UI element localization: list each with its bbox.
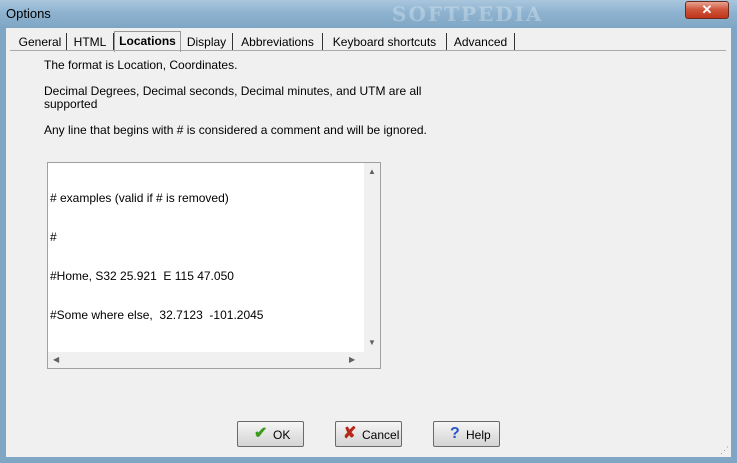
supported-formats-line2: supported	[44, 97, 98, 111]
scroll-down-icon[interactable]: ▼	[368, 338, 376, 347]
tab-abbreviations[interactable]: Abbreviations	[233, 33, 323, 51]
vertical-scrollbar[interactable]: ▲ ▼	[364, 163, 380, 352]
help-button[interactable]: ? Help	[433, 421, 500, 447]
scroll-right-icon[interactable]: ▶	[349, 355, 355, 364]
size-grip[interactable]: ⋰	[720, 445, 729, 456]
options-window: Options SOFTPEDIA ✕ General HTML Locatio…	[0, 0, 737, 463]
help-button-label: Help	[466, 428, 491, 442]
ok-button-label: OK	[273, 428, 291, 442]
scroll-left-icon[interactable]: ◀	[53, 355, 59, 364]
editor-line: #Some where else, 32.7123 -101.2045	[50, 308, 264, 322]
editor-line: #Home, S32 25.921 E 115 47.050	[50, 269, 234, 283]
editor-content[interactable]: # examples (valid if # is removed) # #Ho…	[50, 166, 263, 348]
tab-advanced[interactable]: Advanced	[447, 33, 515, 51]
comment-note: Any line that begins with # is considere…	[44, 123, 427, 137]
question-icon: ?	[450, 425, 460, 442]
ok-button[interactable]: ✔ OK	[237, 421, 304, 447]
window-title: Options	[6, 6, 51, 21]
title-bar[interactable]: Options SOFTPEDIA ✕	[0, 0, 737, 28]
format-description: The format is Location, Coordinates.	[44, 58, 238, 72]
tab-display[interactable]: Display	[181, 33, 233, 51]
tab-divider	[10, 50, 726, 51]
horizontal-scrollbar[interactable]: ◀ ▶	[48, 352, 364, 368]
watermark: SOFTPEDIA	[392, 2, 544, 26]
x-icon: ✘	[343, 425, 357, 442]
tab-locations[interactable]: Locations	[114, 31, 181, 52]
locations-editor[interactable]: # examples (valid if # is removed) # #Ho…	[47, 162, 381, 369]
close-button[interactable]: ✕	[685, 1, 729, 19]
scrollbar-corner	[364, 352, 380, 368]
cancel-button-label: Cancel	[362, 428, 400, 442]
tab-html[interactable]: HTML	[67, 33, 114, 51]
scroll-up-icon[interactable]: ▲	[368, 167, 376, 176]
supported-formats-line1: Decimal Degrees, Decimal seconds, Decima…	[44, 84, 422, 98]
dialog-body: General HTML Locations Display Abbreviat…	[6, 28, 731, 457]
editor-line: #	[50, 230, 57, 244]
cancel-button[interactable]: ✘ Cancel	[335, 421, 402, 447]
checkmark-icon: ✔	[254, 425, 268, 442]
tab-general[interactable]: General	[14, 33, 67, 51]
editor-line: # examples (valid if # is removed)	[50, 191, 229, 205]
tab-keyboard-shortcuts[interactable]: Keyboard shortcuts	[323, 33, 447, 51]
